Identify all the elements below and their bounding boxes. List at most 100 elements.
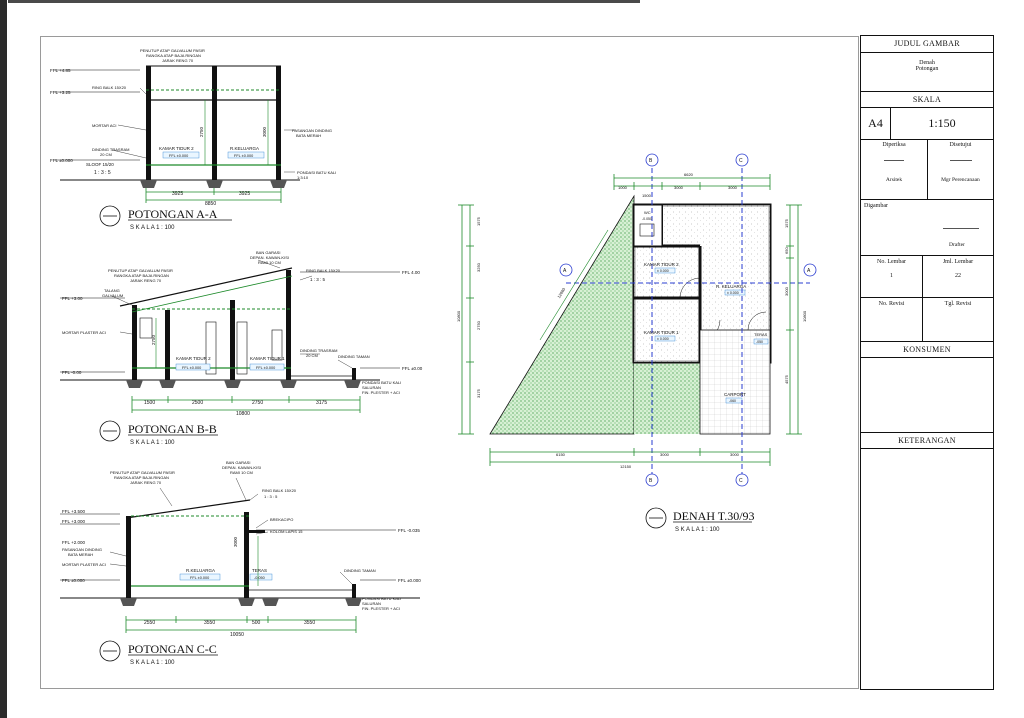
plan-kt2-ffl: ± 0.000 <box>657 269 669 273</box>
aa-mortar: MORTAR ACI <box>92 123 117 128</box>
aa-title: POTONGAN A-A <box>128 207 218 221</box>
arsitek-label: Arsitek <box>885 177 903 183</box>
cc-level-1: FFL +3.500 <box>62 509 85 514</box>
tgl-revisi-cell: Tgl. Revisi <box>923 298 993 341</box>
cc-dim-total: 10050 <box>230 632 244 638</box>
bb-dim-2: 2500 <box>192 400 203 406</box>
bb-balok3: RAMI 10 CM <box>258 260 281 265</box>
keterangan-label: KETERANGAN <box>861 433 993 449</box>
disetujui-cell: Disetujui Mgr Perencanaan <box>928 140 993 199</box>
cc-dinding-taman: DINDING TAMAN <box>344 568 376 573</box>
cc-kanopi: BREKACIPO <box>270 517 293 522</box>
bb-ring: RING BALK 15X20 <box>306 268 341 273</box>
bb-dinding-taman: DINDING TAMAN <box>338 354 370 359</box>
aa-room1-ffl: FFL ±0.000 <box>169 154 188 158</box>
cc-room1: R.KELUARGA <box>186 568 215 573</box>
plan-carport-ffl: -060 <box>729 399 736 403</box>
disetujui-sign-line <box>949 160 972 161</box>
plan-bottom-dim-1: 6150 <box>556 452 566 457</box>
bb-level-4: FFL -0.00 <box>62 370 82 375</box>
cc-roof-note3: JARAK RENG 70 <box>130 480 162 485</box>
scale-value: 1:150 <box>928 116 956 130</box>
jml-lembar-cell: Jml. Lembar 22 <box>923 256 993 297</box>
plan-km: WC <box>644 210 651 215</box>
bb-mortar: MORTAR PLASTER ACI <box>62 330 106 335</box>
plan-marker-c-top: C <box>739 158 743 164</box>
diperiksa-sign-line <box>884 160 904 161</box>
skala-label: SKALA <box>861 92 993 108</box>
cc-ring: RING BALK 15X20 <box>262 488 297 493</box>
aa-dim-1: 3925 <box>172 191 183 197</box>
lembar-row: No. Lembar 1 Jml. Lembar 22 <box>861 256 993 298</box>
digambar-sign-line <box>943 228 979 229</box>
plan-left-total: 10800 <box>456 310 461 322</box>
cc-height-1: 3000 <box>233 536 238 547</box>
cc-title: POTONGAN C-C <box>128 642 217 656</box>
plan-top-total: 6620 <box>684 172 694 177</box>
plan-bottom-total: 12150 <box>620 464 632 469</box>
plan-teras: TERAS <box>754 332 768 337</box>
no-lembar-cell: No. Lembar 1 <box>861 256 923 297</box>
section-aa: FFL +4.85 FFL +3.25 FFL ±0.000 PENUTUP A… <box>50 48 336 231</box>
plan-kt1-ffl: ± 0.000 <box>657 337 669 341</box>
konsumen-box <box>861 358 993 433</box>
plan-top-dim-4: 3000 <box>728 185 738 190</box>
cc-room2-ffl: -0.050 <box>254 576 265 580</box>
plan-bottom-dim-2: 3000 <box>660 452 670 457</box>
judul-gambar-box: Denah Potongan <box>861 53 993 92</box>
plan-left-dim-4: 3175 <box>476 388 481 398</box>
no-revisi-cell: No. Revisi <box>861 298 923 341</box>
bb-dim-total: 10800 <box>236 411 250 417</box>
judul-gambar-label: JUDUL GAMBAR <box>861 36 993 53</box>
bb-room1-ffl: FFL ±0.000 <box>182 366 201 370</box>
jml-lembar-value: 22 <box>955 273 961 279</box>
cc-dim-2: 3550 <box>204 620 215 626</box>
plan-rk: R. KELUARGA <box>716 284 746 289</box>
plan-km-ffl: -0.050 <box>642 217 652 221</box>
cc-level-5: FFL -0.035 <box>398 528 420 533</box>
cc-room1-ffl: FFL ±0.000 <box>190 576 209 580</box>
disetujui-label: Disetujui <box>949 142 972 148</box>
section-cc: FFL +3.500 FFL +3.000 FFL +2.000 FFL ±0.… <box>60 460 421 666</box>
revisi-row: No. Revisi Tgl. Revisi <box>861 298 993 342</box>
cc-pasangan2: BATA MERAH <box>68 552 93 557</box>
aa-height-1: 2750 <box>199 126 204 137</box>
plan-top-dim-2: 1500 <box>642 193 652 198</box>
floor-plan: A A B B C C WC -0.050 KAMAR TIDUR 2 ± 0.… <box>456 153 817 533</box>
cc-ring2: 1 : 3 : 5 <box>264 494 278 499</box>
bb-dim-3: 2750 <box>252 400 263 406</box>
cc-level-6: FFL ±0.000 <box>398 578 421 583</box>
mgr-label: Mgr Perencanaan <box>941 177 980 183</box>
aa-level-3: FFL ±0.000 <box>50 158 73 163</box>
aa-dim-2: 3925 <box>239 191 250 197</box>
bb-dim-1: 1500 <box>144 400 155 406</box>
aa-sloof2: 1 : 3 : 5 <box>94 170 111 176</box>
plan-left-dim-2: 3250 <box>476 262 481 272</box>
bb-dim-4: 3175 <box>316 400 327 406</box>
no-lembar-value: 1 <box>890 273 893 279</box>
plan-right-total: 10800 <box>802 310 807 322</box>
plan-top-dim-1: 1000 <box>618 185 628 190</box>
bb-scale: S K A L A 1 : 100 <box>130 440 175 446</box>
aa-level-2: FFL +3.25 <box>50 90 71 95</box>
skala-row: A4 1:150 <box>861 108 993 140</box>
cc-dim-3: 500 <box>252 620 261 626</box>
cc-room2: TERAS <box>252 568 267 573</box>
plan-title: DENAH T.30/93 <box>673 509 755 523</box>
aa-pondasi2: 1:3:10 <box>297 175 309 180</box>
cc-kolom: KOLOM LAPIS 15 <box>270 529 303 534</box>
aa-ring: RING BALK 15X20 <box>92 85 127 90</box>
cc-pondasi3: FIN. PLESTER + ACI <box>362 606 400 611</box>
bb-level-1: FFL 4.00 <box>402 270 420 275</box>
plan-kt2: KAMAR TIDUR 2 <box>644 262 679 267</box>
plan-left-dim-3: 2750 <box>476 320 481 330</box>
plan-marker-c-bottom: C <box>739 478 743 484</box>
plan-left-dim-1: 1575 <box>476 216 481 226</box>
bb-title: POTONGAN B-B <box>128 422 217 436</box>
aa-scale: S K A L A 1 : 100 <box>130 225 175 231</box>
aa-room1: KAMAR TIDUR 2 <box>159 146 194 151</box>
diperiksa-label: Diperiksa <box>882 142 906 148</box>
bb-pondasi3: FIN. PLESTER + ACI <box>362 390 400 395</box>
aa-room2: R.KELUARGA <box>230 146 259 151</box>
cc-dim-1: 2550 <box>144 620 155 626</box>
